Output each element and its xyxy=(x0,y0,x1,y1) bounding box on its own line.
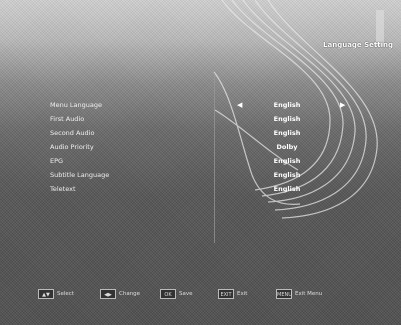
arrow-right-icon[interactable]: ▶ xyxy=(340,101,345,109)
hint-exit-label: Exit xyxy=(237,291,248,297)
hint-change: ◀▶ Change xyxy=(100,289,140,299)
audio-priority-label[interactable]: Audio Priority xyxy=(50,140,109,154)
settings-label-list: Menu Language First Audio Second Audio A… xyxy=(50,98,109,196)
exit-key-icon: EXIT xyxy=(218,289,234,299)
subtitle-language-label[interactable]: Subtitle Language xyxy=(50,168,109,182)
hint-exit-menu-label: Exit Menu xyxy=(295,291,323,297)
hint-save-label: Save xyxy=(179,291,193,297)
first-audio-value[interactable]: English xyxy=(262,112,312,126)
updown-key-icon: ▲▼ xyxy=(38,289,54,299)
leftright-key-icon: ◀▶ xyxy=(100,289,116,299)
hint-select-label: Select xyxy=(57,291,74,297)
divider xyxy=(214,73,215,243)
first-audio-label[interactable]: First Audio xyxy=(50,112,109,126)
second-audio-value[interactable]: English xyxy=(262,126,312,140)
page-title: Language Setting xyxy=(323,41,393,49)
ok-key-icon: OK xyxy=(160,289,176,299)
footer-hints: ▲▼ Select ◀▶ Change OK Save EXIT Exit ME… xyxy=(0,289,401,307)
hint-select: ▲▼ Select xyxy=(38,289,74,299)
menu-key-icon: MENU xyxy=(276,289,292,299)
menu-language-value[interactable]: English xyxy=(262,98,312,112)
osd-screen: Language Setting Menu Language First Aud… xyxy=(0,0,401,325)
hint-exit-menu: MENU Exit Menu xyxy=(276,289,322,299)
hint-save: OK Save xyxy=(160,289,193,299)
arrow-left-icon[interactable]: ◀ xyxy=(237,101,242,109)
hint-exit: EXIT Exit xyxy=(218,289,247,299)
epg-label[interactable]: EPG xyxy=(50,154,109,168)
subtitle-language-value[interactable]: English xyxy=(262,168,312,182)
teletext-value[interactable]: English xyxy=(262,182,312,196)
audio-priority-value[interactable]: Dolby xyxy=(262,140,312,154)
hint-change-label: Change xyxy=(119,291,141,297)
menu-language-label[interactable]: Menu Language xyxy=(50,98,109,112)
epg-value[interactable]: English xyxy=(262,154,312,168)
teletext-label[interactable]: Teletext xyxy=(50,182,109,196)
settings-value-list: English English English Dolby English En… xyxy=(262,98,312,196)
second-audio-label[interactable]: Second Audio xyxy=(50,126,109,140)
